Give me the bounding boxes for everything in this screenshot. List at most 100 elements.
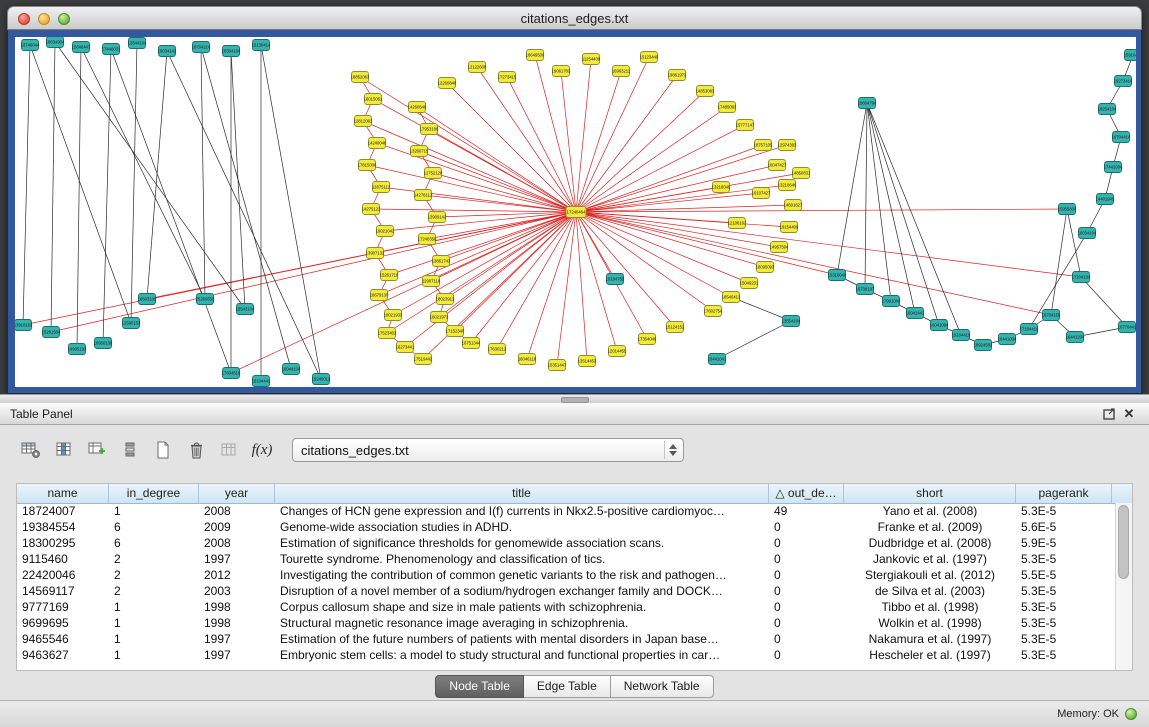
graph-node[interactable]: 13907132 [366,248,385,259]
graph-node[interactable]: 16441004 [998,334,1017,345]
graph-node[interactable]: 18023913 [436,294,455,305]
graph-node[interactable]: 18924502 [974,340,993,351]
column-header-1[interactable]: in_degree [109,484,199,503]
graph-node[interactable]: 17991040 [882,296,901,307]
graph-node[interactable]: 15351447 [548,360,567,371]
graph-node[interactable]: 17104419 [1020,324,1039,335]
graph-node[interactable]: 16015061 [364,94,383,105]
column-header-6[interactable]: pagerank [1016,484,1112,503]
graph-node[interactable]: 12875112 [372,182,391,193]
graph-node[interactable]: 17441004 [1104,162,1123,173]
graph-node[interactable]: 16021973 [430,312,449,323]
graph-node[interactable]: 15124152 [666,322,685,333]
graph-node[interactable]: 16634904 [46,37,65,48]
graph-node[interactable]: 16649500 [526,50,545,61]
graph-node[interactable]: 17604510 [222,368,241,379]
graph-node[interactable]: 15281504 [42,327,61,338]
graph-node[interactable]: 12590153 [122,318,141,329]
column-header-0[interactable]: name [17,484,109,503]
table-settings-icon[interactable] [16,437,46,463]
graph-node[interactable]: 12260848 [438,78,457,89]
table-select-dropdown[interactable]: citations_edges.txt [292,438,684,462]
close-panel-icon[interactable]: ✕ [1119,406,1139,422]
table-vertical-scrollbar[interactable] [1115,503,1132,670]
column-header-2[interactable]: year [199,484,275,503]
delete-table-icon[interactable] [181,437,211,463]
window-titlebar[interactable]: citations_edges.txt [7,6,1142,30]
graph-node[interactable]: 14276112 [414,190,433,201]
graph-node[interactable]: 13861743 [432,256,451,267]
graph-node[interactable]: 19864794 [858,98,877,109]
graph-node[interactable]: 13210646 [778,180,797,191]
graph-node[interactable]: 16950139 [94,338,113,349]
zoom-button[interactable] [58,13,70,25]
graph-node[interactable]: 18757105 [754,140,773,151]
minimize-button[interactable] [38,13,50,25]
table-row[interactable]: 1830029562008Estimation of significance … [17,535,1116,551]
graph-node[interactable]: 12106162 [728,218,747,229]
graph-node[interactable]: 13216046 [712,182,731,193]
close-button[interactable] [18,13,30,25]
graph-node[interactable]: 19273414 [1114,76,1133,87]
graph-node[interactable]: 16503100 [138,294,157,305]
graph-node[interactable]: 16963211 [612,66,631,77]
column-header-4[interactable]: △ out_de… [769,484,844,503]
graph-node[interactable]: 17152340 [446,326,465,337]
graph-node[interactable]: 14260648 [408,102,427,113]
graph-node[interactable]: 12812062 [354,116,373,127]
graph-node[interactable]: 14853083 [696,86,715,97]
graph-node[interactable]: 17519442 [414,354,433,365]
graph-node[interactable]: 15049231 [740,278,759,289]
graph-node[interactable]: 12752128 [424,168,443,179]
float-panel-icon[interactable] [1099,406,1119,422]
graph-node[interactable]: 18852063 [351,72,370,83]
graph-node[interactable]: 11254409 [582,54,601,65]
graph-node[interactable]: 12907118 [422,276,441,287]
column-header-5[interactable]: short [844,484,1016,503]
graph-node[interactable]: 18130414 [252,40,271,51]
graph-node[interactable]: 15123449 [640,52,659,63]
graph-node[interactable]: 14275122 [362,204,381,215]
graph-node[interactable]: 12122608 [468,62,487,73]
table-row[interactable]: 946362711997Embryonic stem cells: a mode… [17,647,1116,663]
graph-node[interactable]: 17602754 [704,306,723,317]
graph-node[interactable]: 18540413 [722,292,741,303]
graph-node[interactable]: 14601627 [784,200,803,211]
graph-node[interactable]: 19061703 [552,66,571,77]
tab-node-table[interactable]: Node Table [435,675,524,698]
graph-node[interactable]: 16704214 [192,42,211,53]
graph-node[interactable]: 18704150 [1042,310,1061,321]
graph-node[interactable]: 15640447 [72,42,91,53]
graph-node[interactable]: 14240048 [368,138,387,149]
graph-node[interactable]: 12014455 [608,346,627,357]
scrollbar-thumb[interactable] [1118,505,1129,579]
merge-table-icon[interactable] [214,437,244,463]
graph-node[interactable]: 13909142 [428,212,447,223]
graph-node[interactable]: 19861973 [668,70,687,81]
table-row[interactable]: 1872400712008Changes of HCN gene express… [17,503,1116,519]
graph-node[interactable]: 19154409 [780,222,799,233]
import-table-icon[interactable] [82,437,112,463]
graph-node[interactable]: 14850831 [792,168,811,179]
graph-node[interactable]: 16046118 [518,354,537,365]
function-builder-icon[interactable]: f(x) [247,437,277,463]
graph-node[interactable]: 17815008 [358,160,377,171]
graph-node[interactable]: 19021042 [376,226,395,237]
new-table-icon[interactable] [148,437,178,463]
graph-node[interactable]: 18679130 [370,290,389,301]
graph-node[interactable]: 17240464 [566,207,586,218]
graph-node[interactable]: 16041094 [930,320,949,331]
graph-node[interactable]: 18746044 [21,40,40,51]
table-row[interactable]: 911546021997Tourette syndrome. Phenomeno… [17,551,1116,567]
graph-node[interactable]: 17240358 [418,234,437,245]
graph-node[interactable]: 17446031 [102,44,121,55]
graph-node[interactable]: 17485093 [718,102,737,113]
table-row[interactable]: 946554611997Estimation of the future num… [17,631,1116,647]
graph-node[interactable]: 16441041 [708,354,727,365]
graph-node[interactable]: 17523402 [378,328,397,339]
graph-node[interactable]: 15955804 [1058,204,1077,215]
graph-node[interactable]: 19245012 [312,374,331,385]
graph-node[interactable]: 16770441 [1118,322,1136,333]
graph-node[interactable]: 18543104 [236,304,255,315]
tab-edge-table[interactable]: Edge Table [524,675,611,698]
